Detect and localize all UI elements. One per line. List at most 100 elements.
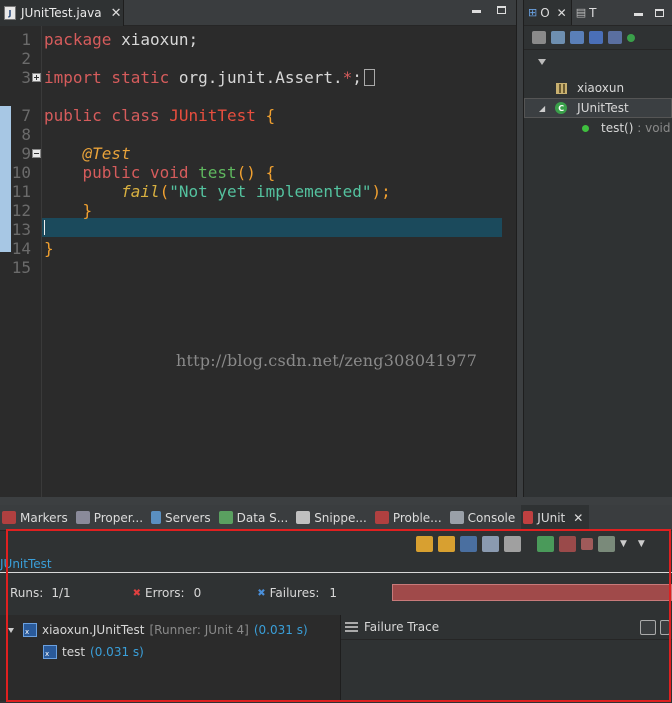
class-icon: C [555,102,568,114]
line-number: 7 [21,106,31,125]
tab-problems[interactable]: Proble... [373,505,448,531]
outline-tab-bar: ⊞ O ✕ ▤ T [524,0,672,26]
error-icon: ✖ [132,588,142,599]
stack-trace-icon [345,622,358,632]
close-icon[interactable]: ✕ [573,511,583,525]
tab-data-source-explorer[interactable]: Data S... [217,505,295,531]
brace: } [44,239,54,258]
close-icon[interactable]: ✕ [557,6,567,20]
data-source-icon [218,511,233,524]
rerun-failed-first-icon[interactable] [559,536,576,552]
outline-node-label: JUnitTest [577,101,629,115]
semicolon: ; [352,68,362,87]
java-file-icon: J [4,6,16,20]
test-progress-bar [392,584,672,601]
brace: { [255,106,276,125]
import-wildcard: * [342,68,353,87]
problems-icon [374,511,389,524]
package-name: xiaoxun; [111,30,199,49]
hide-local-types-icon[interactable] [627,33,635,42]
editor-tab-junittest[interactable]: J JUnitTest.java ✕ [0,0,124,26]
tab-outline[interactable]: ⊞ O ✕ [524,0,572,25]
hide-nonpublic-icon[interactable] [608,31,622,44]
keyword: class [101,106,160,125]
console-icon [449,511,464,524]
view-menu-icon[interactable] [538,59,546,65]
tab-markers[interactable]: Markers [0,505,74,531]
tab-label: JUnit [537,510,566,525]
minimize-icon[interactable] [472,10,481,13]
tab-servers[interactable]: Servers [149,505,217,531]
outline-node-label: xiaoxun [577,81,625,95]
outline-package-node[interactable]: xiaoxun [524,78,672,98]
sort-icon[interactable] [551,31,565,44]
next-failure-icon[interactable] [416,536,433,552]
tab-console[interactable]: Console [448,505,522,531]
show-failures-only-icon[interactable] [460,536,477,552]
close-icon[interactable]: ✕ [111,6,122,21]
test-suite-node[interactable]: x xiaoxun.JUnitTest [Runner: JUnit 4] (0… [8,623,308,637]
editor-tab-label: JUnitTest.java [21,6,102,20]
expand-triangle-icon[interactable]: ◢ [539,104,545,113]
outline-class-node[interactable]: ◢ C JUnitTest [524,98,672,118]
bottom-tab-bar: Markers Proper... Servers Data S... Snip… [0,504,672,531]
tab-label: Proper... [93,510,144,525]
line-number: 12 [11,201,31,220]
view-menu-icon[interactable]: ▼ [638,539,645,552]
rerun-test-icon[interactable] [537,536,554,552]
junit-toolbar: ▼ ▼ [416,536,645,552]
tab-label: T [589,5,597,20]
dropdown-icon[interactable]: ▼ [620,539,627,552]
keyword: public [82,163,141,182]
code-line: 12 } [0,201,517,220]
method-name: test [188,163,237,182]
outline-toolbar [524,26,672,50]
method-return-type: : void [633,121,671,135]
code-line: 13 [0,220,517,239]
tab-label: O [540,5,550,20]
watermark: http://blog.csdn.net/zeng308041977 [176,351,478,370]
line-number: 1 [21,30,31,49]
tab-properties[interactable]: Proper... [74,505,149,531]
expand-fold-icon[interactable] [32,73,41,82]
test-run-history-icon[interactable] [598,536,615,552]
outline-icon: ⊞ [528,6,538,19]
tab-junit[interactable]: JUnit ✕ [521,504,590,531]
import-path: org.junit.Assert. [169,68,343,87]
layout-icon[interactable] [504,536,521,552]
suite-time: (0.031 s) [253,623,308,637]
runs-label: Runs: [10,586,44,600]
collapsed-imports-marker[interactable] [363,69,375,86]
compare-result-icon[interactable] [660,619,670,635]
junit-stats: Runs: 1/1 ✖ Errors: 0 ✖ Failures: 1 [10,586,337,600]
code-line: 7 public class JUnitTest { [0,106,517,125]
test-name: test [62,645,86,659]
line-number: 3 [21,68,31,87]
test-time: (0.031 s) [90,645,144,659]
hide-static-icon[interactable] [589,31,603,44]
maximize-icon[interactable] [497,6,506,14]
maximize-icon[interactable] [655,8,664,17]
filter-stack-icon[interactable] [640,619,656,635]
tab-label: Proble... [392,510,442,525]
tab-snippets[interactable]: Snippe... [294,505,373,531]
hide-fields-icon[interactable] [570,31,584,44]
scroll-lock-icon[interactable] [482,536,499,552]
line-number: 14 [11,239,31,258]
minimize-icon[interactable] [634,13,643,16]
previous-failure-icon[interactable] [438,536,455,552]
test-case-node[interactable]: x test (0.031 s) [43,645,144,659]
collapse-all-icon[interactable] [532,31,546,44]
code-editor[interactable]: J JUnitTest.java ✕ 1 package xiaoxun; 2 … [0,0,517,497]
test-suite-error-icon: x [23,623,37,637]
keyword: public [44,106,102,125]
outline-method-node[interactable]: test() : void [524,118,672,138]
collapse-fold-icon[interactable] [32,149,41,158]
tab-label: Markers [20,510,68,525]
expand-triangle-icon[interactable] [8,627,14,633]
suite-runner: [Runner: JUnit 4] [149,623,249,637]
tab-task-list[interactable]: ▤ T [572,0,601,25]
stop-icon[interactable] [581,538,593,550]
failure-icon: ✖ [257,588,266,599]
suite-name: xiaoxun.JUnitTest [42,623,145,637]
